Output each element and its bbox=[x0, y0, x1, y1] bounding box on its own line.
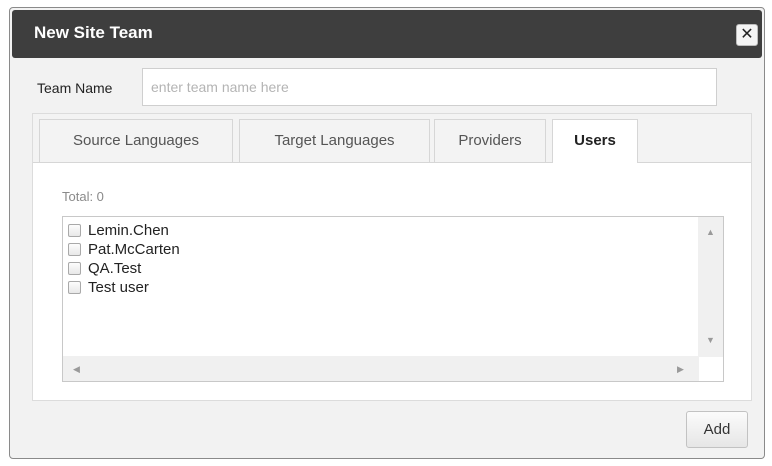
team-name-input[interactable] bbox=[142, 68, 717, 106]
user-checkbox[interactable] bbox=[68, 243, 81, 256]
user-checkbox[interactable] bbox=[68, 281, 81, 294]
close-button[interactable]: ✕ bbox=[736, 24, 758, 46]
tab-strip: Source Languages Target Languages Provid… bbox=[33, 114, 751, 163]
scroll-right-icon[interactable]: ▶ bbox=[677, 364, 684, 374]
list-item: Test user bbox=[68, 278, 149, 297]
list-item: QA.Test bbox=[68, 259, 141, 278]
scroll-left-icon[interactable]: ◀ bbox=[73, 364, 80, 374]
user-name: Test user bbox=[88, 279, 149, 296]
tab-target-languages[interactable]: Target Languages bbox=[239, 119, 430, 162]
tab-source-languages[interactable]: Source Languages bbox=[39, 119, 233, 162]
new-site-team-dialog: New Site Team ✕ Team Name Source Languag… bbox=[9, 7, 765, 459]
dialog-title: New Site Team bbox=[34, 23, 153, 42]
tab-providers[interactable]: Providers bbox=[434, 119, 546, 162]
user-name: Lemin.Chen bbox=[88, 222, 169, 239]
dialog-titlebar: New Site Team ✕ bbox=[12, 10, 762, 58]
scroll-up-icon[interactable]: ▲ bbox=[706, 227, 715, 237]
close-icon: ✕ bbox=[740, 26, 754, 43]
horizontal-scrollbar[interactable]: ◀ ▶ bbox=[63, 356, 699, 381]
vertical-scrollbar[interactable]: ▲ ▼ bbox=[698, 217, 723, 357]
user-list: Lemin.Chen Pat.McCarten QA.Test Test use… bbox=[62, 216, 724, 382]
tabs-panel: Source Languages Target Languages Provid… bbox=[32, 113, 752, 401]
user-checkbox[interactable] bbox=[68, 262, 81, 275]
team-name-label: Team Name bbox=[37, 80, 113, 96]
scroll-down-icon[interactable]: ▼ bbox=[706, 335, 715, 345]
add-button[interactable]: Add bbox=[686, 411, 748, 448]
user-checkbox[interactable] bbox=[68, 224, 81, 237]
list-item: Pat.McCarten bbox=[68, 240, 180, 259]
users-total: Total: 0 bbox=[62, 189, 104, 204]
user-name: QA.Test bbox=[88, 260, 142, 277]
user-name: Pat.McCarten bbox=[88, 241, 180, 258]
list-item: Lemin.Chen bbox=[68, 221, 169, 240]
tab-users[interactable]: Users bbox=[552, 119, 638, 163]
